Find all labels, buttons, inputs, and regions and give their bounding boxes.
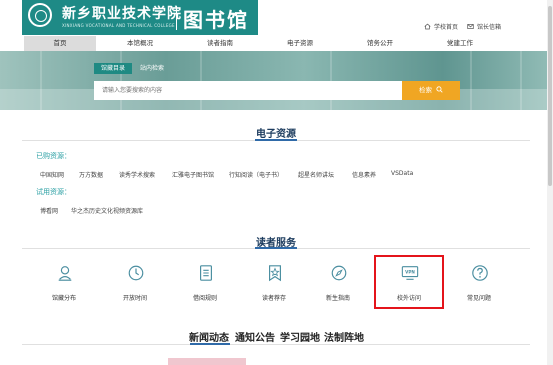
document-icon [200, 265, 212, 281]
resource-link-chaoxing[interactable]: 超星名师讲坛 [298, 170, 334, 179]
svg-text:VPN: VPN [405, 269, 415, 274]
e-resources-underline [255, 139, 297, 141]
nav-item-home[interactable]: 首页 [24, 36, 96, 51]
school-emblem-icon[interactable] [28, 3, 52, 27]
nav-item-party[interactable]: 党建工作 [424, 36, 496, 51]
tab-catalog[interactable]: 馆藏目录 [94, 63, 132, 74]
school-name: 新乡职业技术学院 [62, 6, 182, 22]
service-reader-recommend[interactable]: 读者荐存 [246, 262, 302, 306]
search-icon [436, 86, 443, 93]
director-mailbox-link[interactable]: 馆长信箱 [467, 22, 501, 31]
logo-divider [176, 6, 177, 30]
school-home-link[interactable]: 学校首页 [424, 22, 458, 31]
bookmark-star-icon [269, 265, 281, 282]
service-borrowing-rules[interactable]: 借阅规则 [177, 262, 233, 306]
question-icon [472, 265, 488, 281]
nav-item-reader-guide[interactable]: 读者指南 [184, 36, 256, 51]
resource-link-bookan[interactable]: 博看网 [40, 206, 58, 215]
tab-study-garden[interactable]: 学习园地 [280, 329, 320, 344]
resource-link-duxiu[interactable]: 读秀学术搜索 [119, 170, 155, 179]
resource-link-vsdata[interactable]: VSData [391, 170, 413, 177]
director-mailbox-label: 馆长信箱 [477, 24, 502, 31]
nav-item-e-resources[interactable]: 电子资源 [264, 36, 336, 51]
nav-item-about[interactable]: 本馆概况 [104, 36, 176, 51]
service-label: 借阅规则 [192, 295, 217, 302]
trial-resources-label: 试用资源： [36, 188, 71, 196]
location-person-icon [58, 266, 72, 281]
home-icon [424, 23, 431, 30]
search-input[interactable] [94, 81, 402, 100]
e-resources-title: 电子资源 [256, 129, 296, 140]
reader-services-underline [255, 247, 297, 249]
service-label: 读者荐存 [261, 295, 286, 302]
service-opening-hours[interactable]: 开放时间 [107, 262, 163, 306]
service-collection-distribution[interactable]: 馆藏分布 [36, 262, 92, 306]
news-rule [22, 344, 530, 345]
resource-link-xingzhi[interactable]: 行知阅读（电子书） [229, 170, 283, 179]
service-freshman-guide[interactable]: 新生指南 [310, 262, 366, 306]
school-name-english: XINXIANG VOCATIONAL AND TECHNICAL COLLEG… [62, 23, 175, 28]
tab-legal[interactable]: 法制阵地 [324, 329, 364, 344]
resource-link-wanfang[interactable]: 万方数据 [79, 170, 103, 179]
school-home-label: 学校首页 [434, 24, 459, 31]
clock-icon [128, 265, 144, 281]
service-off-campus-access[interactable]: VPN 校外访问 [381, 262, 437, 306]
service-label: 常见问题 [466, 295, 491, 302]
mail-icon [467, 24, 474, 29]
service-label: 校外访问 [396, 295, 421, 302]
search-button[interactable]: 检索 [402, 81, 460, 100]
search-button-label: 检索 [418, 86, 432, 94]
resource-link-info-literacy[interactable]: 信息素养 [352, 170, 376, 179]
tab-news[interactable]: 新闻动态 [189, 329, 229, 344]
resource-link-cnki[interactable]: 中国知网 [40, 170, 64, 179]
tab-site-search[interactable]: 站内检索 [134, 63, 170, 74]
purchased-resources-label: 已购资源： [36, 152, 71, 160]
compass-icon [331, 265, 347, 281]
service-label: 新生指南 [325, 295, 350, 302]
vpn-icon: VPN [401, 266, 419, 280]
news-thumbnail[interactable] [168, 358, 246, 365]
resource-link-huiya[interactable]: 汇雅电子图书馆 [172, 170, 214, 179]
scrollbar-thumb[interactable] [548, 6, 552, 186]
nav-item-affairs[interactable]: 馆务公开 [344, 36, 416, 51]
resource-link-huazhijie[interactable]: 华之杰历史文化视频资源库 [71, 206, 143, 215]
library-name: 图书馆 [183, 8, 249, 32]
service-label: 馆藏分布 [51, 295, 76, 302]
service-label: 开放时间 [122, 295, 147, 302]
tab-notices[interactable]: 通知公告 [235, 329, 275, 344]
news-underline [190, 343, 230, 345]
service-faq[interactable]: 常见问题 [451, 262, 507, 306]
